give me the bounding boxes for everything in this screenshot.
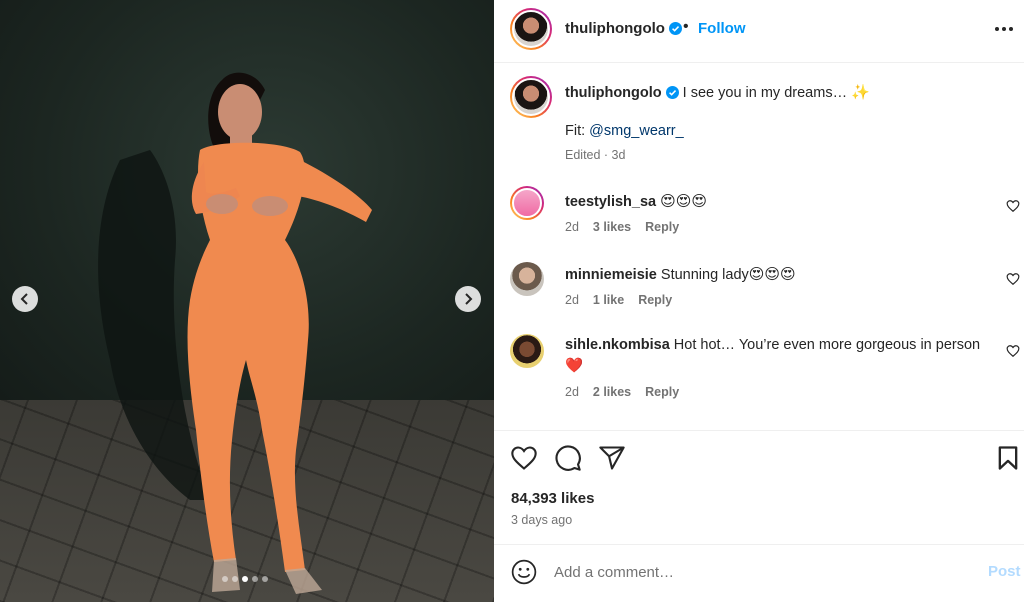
header-separator-dot: • (683, 18, 689, 35)
comment-emoji: 😍😍😍 (660, 192, 708, 210)
comment-age: 2d (565, 293, 579, 307)
fit-mention-link[interactable]: @smg_wearr_ (589, 123, 684, 139)
slide-dot (262, 576, 268, 582)
comment-text: Stunning lady (660, 267, 749, 283)
comment-reply-button[interactable]: Reply (645, 220, 679, 234)
comment-username[interactable]: minniemeisie (565, 267, 657, 283)
chevron-right-icon (465, 293, 473, 305)
comment-avatar[interactable] (510, 186, 544, 220)
comment-meta: 2d 3 likes Reply (565, 220, 679, 234)
post-age: 3 days ago (511, 513, 573, 527)
comment-emoji: 😍😍😍 (748, 265, 796, 283)
caption-fit-line: Fit: @smg_wearr_ (565, 123, 684, 139)
comment-input[interactable] (554, 561, 954, 583)
comment-meta: 2d 1 like Reply (565, 293, 672, 307)
comment-age: 2d (565, 385, 579, 399)
comment-likes-link[interactable]: 3 likes (593, 220, 631, 234)
comment-like-heart-icon[interactable] (1006, 272, 1020, 286)
comment-avatar[interactable] (510, 334, 544, 368)
caption-line: thuliphongolo I see you in my dreams… ✨ (565, 83, 870, 101)
verified-badge-icon (668, 22, 682, 35)
next-slide-button[interactable] (455, 286, 481, 312)
header-divider (494, 62, 1024, 63)
comment-emoji: ❤️ (565, 358, 584, 374)
comment-avatar[interactable] (510, 262, 544, 296)
comment-username[interactable]: sihle.nkombisa (565, 337, 670, 353)
comment-like-heart-icon[interactable] (1006, 344, 1020, 358)
add-comment-bar: Post (494, 544, 1024, 602)
comment-reply-button[interactable]: Reply (638, 293, 672, 307)
comment-reply-button[interactable]: Reply (645, 385, 679, 399)
chevron-left-icon (20, 293, 28, 305)
caption-username[interactable]: thuliphongolo (565, 85, 662, 101)
fit-label: Fit: (565, 123, 586, 139)
comment-body: minniemeisie Stunning lady😍😍😍 (565, 265, 796, 283)
author-username-text[interactable]: thuliphongolo (565, 20, 665, 37)
comment-like-heart-icon[interactable] (1006, 199, 1020, 213)
more-options-icon[interactable] (992, 14, 1016, 44)
heart-icon[interactable] (510, 444, 538, 472)
bookmark-icon[interactable] (994, 444, 1022, 472)
slide-dot (242, 576, 248, 582)
caption-emoji: ✨ (851, 83, 870, 101)
post-photo (98, 72, 372, 594)
verified-badge-icon (665, 86, 679, 99)
caption-text: I see you in my dreams… (682, 85, 848, 101)
slide-dot (222, 576, 228, 582)
instagram-post-dialog: thuliphongolo • Follow thuliphongolo I s… (0, 0, 1024, 602)
comment-likes-link[interactable]: 2 likes (593, 385, 631, 399)
comment-meta: 2d 2 likes Reply (565, 385, 679, 399)
actions-divider (494, 430, 1024, 431)
follow-button[interactable]: Follow (698, 20, 746, 37)
comment-body: teestylish_sa 😍😍😍 (565, 192, 707, 210)
author-username[interactable]: thuliphongolo (565, 20, 682, 37)
slide-dot (252, 576, 258, 582)
previous-slide-button[interactable] (12, 286, 38, 312)
comment-bubble-icon[interactable] (554, 444, 582, 472)
comment-likes-link[interactable]: 1 like (593, 293, 624, 307)
caption-edited-meta: Edited · 3d (565, 148, 626, 162)
paper-plane-icon[interactable] (598, 444, 626, 472)
slide-indicator (222, 576, 268, 582)
comment-body: sihle.nkombisa Hot hot… You’re even more… (565, 337, 980, 353)
comment-username[interactable]: teestylish_sa (565, 194, 656, 210)
post-comment-button[interactable]: Post (988, 563, 1021, 580)
post-media[interactable] (0, 0, 494, 602)
post-side-panel: thuliphongolo • Follow thuliphongolo I s… (494, 0, 1024, 602)
post-header: thuliphongolo • Follow (494, 0, 1024, 62)
caption-author-avatar[interactable] (510, 76, 552, 118)
comment-age: 2d (565, 220, 579, 234)
slide-dot (232, 576, 238, 582)
comment-text: Hot hot… You’re even more gorgeous in pe… (673, 337, 981, 353)
likes-count[interactable]: 84,393 likes (511, 490, 594, 507)
smiley-icon[interactable] (511, 559, 537, 585)
author-avatar[interactable] (510, 8, 552, 50)
